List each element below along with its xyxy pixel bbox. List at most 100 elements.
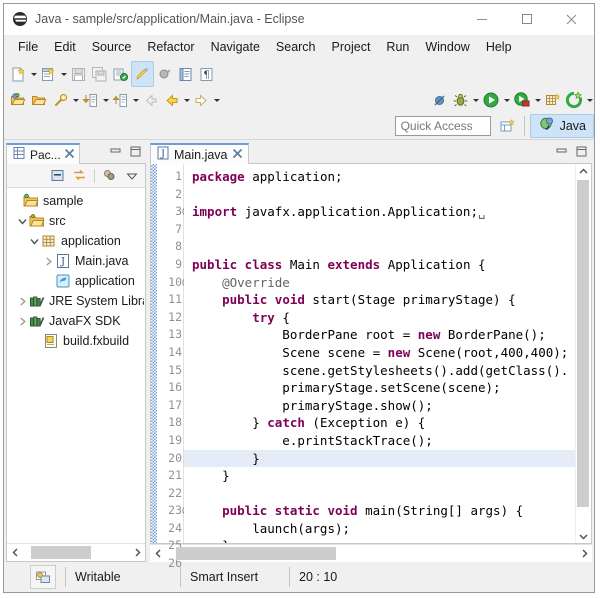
code-line[interactable]: Scene scene = new Scene(root,400,400); <box>184 344 575 362</box>
code-line[interactable]: public void start(Stage primaryStage) { <box>184 291 575 309</box>
scroll-down-icon[interactable] <box>576 529 591 543</box>
run-dropdown-icon[interactable] <box>502 89 511 111</box>
wrench-dropdown-icon[interactable] <box>71 89 80 111</box>
green-gear-button[interactable] <box>563 88 585 112</box>
code-line[interactable]: @Override <box>184 274 575 292</box>
open-folder-button[interactable] <box>29 88 50 112</box>
view-menu-chevron-icon[interactable] <box>122 166 141 185</box>
package-button[interactable] <box>542 88 563 112</box>
editor-vscrollbar[interactable] <box>575 164 591 543</box>
code-line[interactable]: e.printStackTrace(); <box>184 432 575 450</box>
menu-item-search[interactable]: Search <box>268 37 324 57</box>
open-folder-color-button[interactable] <box>8 88 29 112</box>
menu-item-help[interactable]: Help <box>478 37 520 57</box>
debug-dropdown-icon[interactable] <box>471 89 480 111</box>
left-arrow-dropdown-icon[interactable] <box>182 89 191 111</box>
minimize-view-icon[interactable] <box>109 145 122 161</box>
scroll-up-icon[interactable] <box>576 164 591 178</box>
close-tab-icon[interactable] <box>232 148 243 162</box>
code-line[interactable]: primaryStage.show(); <box>184 397 575 415</box>
tree-item-src[interactable]: src <box>7 211 145 231</box>
tree-arrow-collapsed[interactable] <box>15 313 29 329</box>
code-line[interactable]: try { <box>184 309 575 327</box>
skip-breakpoints-button[interactable] <box>154 62 175 86</box>
vscroll-trough[interactable] <box>576 178 591 529</box>
tab-main-java[interactable]: J Main.java <box>150 143 249 164</box>
code-line[interactable]: import javafx.application.Application;␣ <box>184 203 575 221</box>
maximize-button[interactable] <box>504 5 549 34</box>
menu-item-edit[interactable]: Edit <box>46 37 84 57</box>
minimize-button[interactable] <box>459 5 504 34</box>
quick-access-input[interactable]: Quick Access <box>395 116 491 136</box>
maximize-editor-icon[interactable] <box>575 145 588 161</box>
open-perspective-icon[interactable] <box>497 115 519 137</box>
pilcrow-button[interactable]: ¶ <box>196 62 217 86</box>
scroll-left-icon[interactable] <box>7 545 23 560</box>
tree-item-sample[interactable]: sample <box>7 191 145 211</box>
java-project-icon[interactable] <box>110 62 131 86</box>
left-arrow-button[interactable] <box>161 88 182 112</box>
import-button[interactable] <box>80 88 101 112</box>
close-view-icon[interactable] <box>64 148 75 162</box>
run-external-button[interactable] <box>511 88 533 112</box>
run-external-dropdown-icon[interactable] <box>533 89 542 111</box>
wrench-button[interactable] <box>50 88 71 112</box>
code-line[interactable] <box>184 485 575 503</box>
perspective-java-button[interactable]: Java <box>530 114 594 138</box>
new-java-class-dropdown-icon[interactable] <box>59 63 68 85</box>
code-line[interactable] <box>184 221 575 239</box>
code-line[interactable]: BorderPane root = new BorderPane(); <box>184 326 575 344</box>
tree-item-application-css[interactable]: application <box>7 271 145 291</box>
filters-button[interactable] <box>100 166 119 185</box>
code-line[interactable]: public class Main extends Application { <box>184 256 575 274</box>
menu-item-navigate[interactable]: Navigate <box>203 37 268 57</box>
tree-arrow-collapsed[interactable] <box>41 253 55 269</box>
tree-item-build-fxbuild[interactable]: build.fxbuild <box>7 331 145 351</box>
code-line[interactable] <box>184 238 575 256</box>
save-all-button[interactable] <box>89 62 110 86</box>
build-status-icon[interactable] <box>30 565 56 589</box>
minimize-editor-icon[interactable] <box>555 145 568 161</box>
tree-arrow-collapsed[interactable] <box>15 293 29 309</box>
right-arrow-dropdown-icon[interactable] <box>212 89 221 111</box>
close-button[interactable] <box>549 5 594 34</box>
menu-item-file[interactable]: File <box>10 37 46 57</box>
tree-item-main-java[interactable]: J Main.java <box>7 251 145 271</box>
code-line[interactable]: primaryStage.setScene(scene); <box>184 379 575 397</box>
collapse-all-button[interactable] <box>48 166 67 185</box>
tree-item-jre-system-library[interactable]: JRE System Library <box>7 291 145 311</box>
menu-item-window[interactable]: Window <box>417 37 477 57</box>
back-arrow-button[interactable] <box>140 88 161 112</box>
run-button[interactable] <box>480 88 502 112</box>
code-line[interactable]: package application; <box>184 168 575 186</box>
menu-item-run[interactable]: Run <box>378 37 417 57</box>
maximize-view-icon[interactable] <box>129 145 142 161</box>
code-line[interactable] <box>184 186 575 204</box>
editor-hscroll-trough[interactable] <box>166 546 576 561</box>
tab-package-explorer[interactable]: Pac... <box>6 143 80 164</box>
tree-arrow-expanded[interactable] <box>27 233 41 249</box>
skip-all-breakpoints-button[interactable] <box>429 88 450 112</box>
new-java-class-button[interactable] <box>38 62 59 86</box>
highlight-pen-button[interactable] <box>131 61 154 87</box>
open-type-button[interactable] <box>175 62 196 86</box>
hscroll-trough[interactable] <box>23 545 129 560</box>
export-dropdown-icon[interactable] <box>131 89 140 111</box>
code-line[interactable]: public static void main(String[] args) { <box>184 502 575 520</box>
tree-item-javafx-sdk[interactable]: JavaFX SDK <box>7 311 145 331</box>
tree-item-application-package[interactable]: application <box>7 231 145 251</box>
package-explorer-hscrollbar[interactable] <box>7 543 145 561</box>
debug-button[interactable] <box>450 88 471 112</box>
new-wizard-dropdown-icon[interactable] <box>29 63 38 85</box>
hscroll-thumb[interactable] <box>31 546 91 559</box>
green-gear-dropdown-icon[interactable] <box>585 89 594 111</box>
code-line[interactable]: } <box>184 467 575 485</box>
right-arrow-button[interactable] <box>191 88 212 112</box>
menu-item-refactor[interactable]: Refactor <box>139 37 202 57</box>
link-editor-button[interactable] <box>70 166 89 185</box>
code-line[interactable]: } <box>184 450 575 468</box>
tree-arrow-expanded[interactable] <box>15 213 29 229</box>
code-line[interactable]: scene.getStylesheets().add(getClass(). <box>184 362 575 380</box>
code-line[interactable]: launch(args); <box>184 520 575 538</box>
code-line[interactable]: } catch (Exception e) { <box>184 414 575 432</box>
